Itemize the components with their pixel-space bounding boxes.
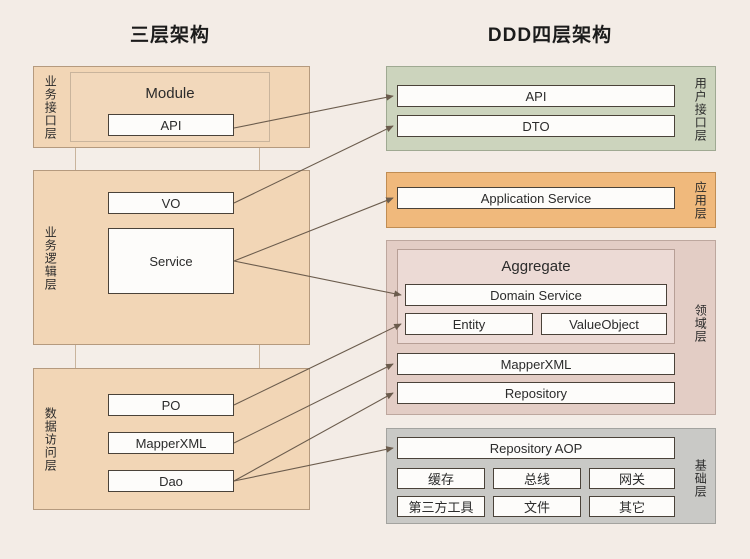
left-layer-business-logic-label: 业务逻辑层 — [43, 225, 58, 291]
right-box-bus[interactable]: 总线 — [493, 468, 581, 489]
left-layer-data-access-label: 数据访问层 — [43, 406, 58, 472]
right-box-gateway[interactable]: 网关 — [589, 468, 675, 489]
left-column-title: 三层架构 — [129, 25, 210, 46]
right-box-third-party-tools[interactable]: 第三方工具 — [397, 496, 485, 517]
left-box-mapperxml[interactable]: MapperXML — [108, 432, 234, 454]
right-layer-domain-label: 领域层 — [693, 303, 708, 343]
left-box-po[interactable]: PO — [108, 394, 234, 416]
right-box-cache[interactable]: 缓存 — [397, 468, 485, 489]
right-box-mapperxml[interactable]: MapperXML — [397, 353, 675, 375]
right-layer-user-interface-label: 用户接口层 — [693, 76, 708, 142]
right-box-entity[interactable]: Entity — [405, 313, 533, 335]
right-box-api[interactable]: API — [397, 85, 675, 107]
right-layer-application-label: 应用层 — [693, 180, 708, 220]
right-layer-infrastructure-label: 基础层 — [693, 458, 708, 498]
right-box-repository-aop[interactable]: Repository AOP — [397, 437, 675, 459]
right-box-other[interactable]: 其它 — [589, 496, 675, 517]
right-column-title: DDD四层架构 — [487, 25, 613, 46]
right-box-dto[interactable]: DTO — [397, 115, 675, 137]
right-box-domain-service[interactable]: Domain Service — [405, 284, 667, 306]
left-layer-business-interface-label: 业务接口层 — [43, 74, 58, 140]
right-box-valueobject[interactable]: ValueObject — [541, 313, 667, 335]
right-box-file[interactable]: 文件 — [493, 496, 581, 517]
right-box-repository[interactable]: Repository — [397, 382, 675, 404]
left-box-dao[interactable]: Dao — [108, 470, 234, 492]
module-group-label: Module — [145, 85, 195, 102]
diagram-canvas: 三层架构 DDD四层架构 业务接口层 Module API 业务逻辑层 VO S… — [0, 0, 750, 559]
left-box-api[interactable]: API — [108, 114, 234, 136]
left-box-service[interactable]: Service — [108, 228, 234, 294]
right-layer-user-interface[interactable] — [386, 66, 716, 151]
right-box-application-service[interactable]: Application Service — [397, 187, 675, 209]
left-box-vo[interactable]: VO — [108, 192, 234, 214]
aggregate-group-label: Aggregate — [501, 258, 571, 275]
